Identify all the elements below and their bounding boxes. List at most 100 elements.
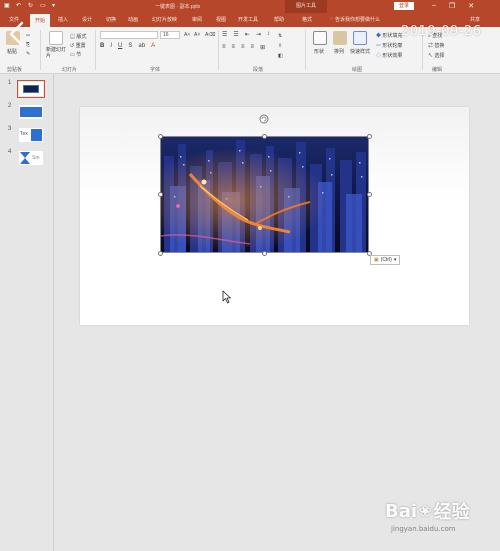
tab-animations[interactable]: 动画 bbox=[128, 16, 138, 23]
resize-handle-top[interactable] bbox=[262, 133, 267, 139]
reset-button[interactable]: ↺ 重置 bbox=[70, 42, 86, 49]
undo-icon[interactable]: ↶ bbox=[16, 3, 23, 10]
save-icon[interactable]: ▣ bbox=[4, 3, 11, 10]
quick-styles-button[interactable]: 快速样式 bbox=[350, 48, 370, 55]
columns-icon[interactable]: ⊞ bbox=[260, 44, 265, 51]
watermark-url: jingyan.baidu.com bbox=[391, 525, 456, 533]
format-painter-icon[interactable]: ✎ bbox=[26, 51, 30, 57]
tab-slideshow[interactable]: 幻灯片放映 bbox=[152, 16, 177, 23]
back-arrow-icon[interactable] bbox=[4, 20, 32, 48]
font-color-button[interactable]: A bbox=[151, 43, 155, 49]
shape-effects-button[interactable]: ◇ 形状效果 bbox=[376, 52, 402, 59]
tab-transitions[interactable]: 切换 bbox=[106, 16, 116, 23]
numbering-icon[interactable]: ☰ bbox=[233, 31, 238, 38]
shapes-button[interactable]: 形状 bbox=[314, 48, 324, 55]
font-group-label: 字体 bbox=[150, 67, 161, 73]
chevron-down-icon: ▾ bbox=[393, 256, 397, 263]
char-spacing-button[interactable]: ab bbox=[138, 43, 145, 49]
tab-developer[interactable]: 开发工具 bbox=[238, 16, 258, 23]
editing-group-label: 编辑 bbox=[432, 67, 443, 73]
rotate-handle-icon[interactable] bbox=[259, 114, 269, 124]
paragraph-row-1: ☰ ☰ ⇤ ⇥ ↕ bbox=[222, 31, 270, 38]
slide-number: 1 bbox=[8, 80, 12, 86]
share-button[interactable]: 共享 bbox=[470, 16, 480, 23]
slides-group-label: 幻灯片 bbox=[62, 67, 78, 73]
slide-thumbnail-4[interactable]: Sm bbox=[19, 151, 43, 165]
drawing-group-label: 绘图 bbox=[352, 67, 363, 73]
thumb-banner bbox=[20, 107, 42, 117]
tab-design[interactable]: 设计 bbox=[82, 16, 92, 23]
redo-icon[interactable]: ↻ bbox=[28, 3, 35, 10]
clipboard-group-label: 剪贴板 bbox=[7, 67, 23, 73]
resize-handle-top-right[interactable] bbox=[366, 133, 372, 139]
tab-view[interactable]: 视图 bbox=[216, 16, 226, 23]
underline-button[interactable]: U bbox=[118, 43, 122, 49]
quick-styles-icon[interactable] bbox=[353, 31, 367, 45]
section-button[interactable]: ▭ 节 bbox=[70, 51, 81, 58]
bullets-icon[interactable]: ☰ bbox=[222, 31, 227, 38]
group-separator bbox=[40, 30, 41, 70]
italic-button[interactable]: I bbox=[110, 43, 112, 49]
decrease-indent-icon[interactable]: ⇤ bbox=[245, 31, 250, 38]
document-title: 一键表图 · 副本.pptx bbox=[155, 4, 201, 10]
paste-options-button[interactable]: ▣ (Ctrl) ▾ bbox=[370, 255, 401, 265]
shape-outline-button[interactable]: ▱ 形状轮廓 bbox=[376, 42, 402, 49]
shrink-font-icon[interactable]: A˅ bbox=[194, 32, 200, 38]
line-spacing-icon[interactable]: ↕ bbox=[267, 31, 270, 38]
login-button[interactable]: 登录 bbox=[394, 2, 414, 10]
city-night-picture[interactable] bbox=[160, 136, 369, 253]
shapes-icon[interactable] bbox=[313, 31, 327, 45]
resize-handle-left[interactable] bbox=[157, 192, 163, 197]
close-button[interactable]: ✕ bbox=[468, 2, 474, 10]
tab-insert[interactable]: 插入 bbox=[58, 16, 68, 23]
grow-font-icon[interactable]: A˄ bbox=[184, 32, 190, 38]
align-left-icon[interactable]: ≡ bbox=[222, 44, 226, 51]
slide-thumbnail-3[interactable]: Tex bbox=[19, 128, 43, 142]
resize-handle-top-left[interactable] bbox=[157, 133, 163, 139]
align-text-icon[interactable]: ⇳ bbox=[278, 43, 282, 49]
bold-button[interactable]: B bbox=[100, 43, 104, 49]
layout-button[interactable]: ▤ 版式 bbox=[70, 33, 86, 40]
title-bar: ▣ ↶ ↻ ▭ ▾ 一键表图 · 副本.pptx 图片工具 登录 – ❐ ✕ bbox=[0, 0, 500, 13]
present-icon[interactable]: ▭ bbox=[40, 3, 47, 10]
slide-number: 3 bbox=[8, 126, 12, 132]
text-direction-icon[interactable]: ⇅ bbox=[278, 33, 282, 39]
font-size-dropdown[interactable]: 16 bbox=[160, 31, 180, 39]
justify-icon[interactable]: ≡ bbox=[251, 44, 255, 51]
minimize-button[interactable]: – bbox=[432, 2, 436, 10]
smartart-icon[interactable]: ◧ bbox=[278, 53, 283, 59]
replace-button[interactable]: ⇄ 替换 bbox=[428, 42, 444, 49]
tab-help[interactable]: 帮助 bbox=[274, 16, 284, 23]
customize-qat-icon[interactable]: ▾ bbox=[52, 3, 59, 10]
replace-icon: ⇄ bbox=[428, 43, 434, 49]
new-slide-icon[interactable] bbox=[49, 31, 63, 45]
paste-label[interactable]: 粘贴 bbox=[7, 48, 17, 55]
thumb-text: Sm bbox=[32, 155, 40, 161]
tab-format[interactable]: 格式 bbox=[302, 16, 312, 23]
resize-handle-bottom[interactable] bbox=[262, 250, 267, 256]
strikethrough-button[interactable]: S bbox=[128, 43, 132, 49]
align-right-icon[interactable]: ≡ bbox=[241, 44, 245, 51]
slide-thumbnail-1[interactable] bbox=[17, 80, 45, 98]
tab-review[interactable]: 审阅 bbox=[192, 16, 202, 23]
powerpoint-window: ▣ ↶ ↻ ▭ ▾ 一键表图 · 副本.pptx 图片工具 登录 – ❐ ✕ 文… bbox=[0, 0, 500, 551]
select-button[interactable]: ↖ 选择 bbox=[428, 52, 444, 59]
shape-fill-button[interactable]: ◆ 形状填充 bbox=[376, 32, 402, 39]
slide-number: 2 bbox=[8, 103, 12, 109]
tell-me-search[interactable]: ◌ 告诉我你想要做什么 bbox=[330, 16, 380, 23]
slide-thumbnail-2[interactable] bbox=[19, 105, 43, 119]
restore-button[interactable]: ❐ bbox=[449, 2, 455, 10]
clear-format-icon[interactable]: A⌫ bbox=[205, 32, 215, 38]
arrange-icon[interactable] bbox=[333, 31, 347, 45]
resize-handle-right[interactable] bbox=[366, 192, 372, 197]
font-name-dropdown[interactable] bbox=[100, 31, 158, 39]
paw-icon: ❀ bbox=[419, 502, 432, 520]
increase-indent-icon[interactable]: ⇥ bbox=[256, 31, 261, 38]
arrange-button[interactable]: 排列 bbox=[334, 48, 344, 55]
city-night-image bbox=[160, 136, 369, 253]
new-slide-button[interactable]: 新建幻灯片 bbox=[46, 47, 68, 59]
window-controls: – ❐ ✕ bbox=[432, 2, 474, 10]
align-center-icon[interactable]: ≡ bbox=[232, 44, 236, 51]
tab-home[interactable]: 开始 bbox=[30, 14, 51, 27]
resize-handle-bottom-left[interactable] bbox=[157, 250, 163, 256]
